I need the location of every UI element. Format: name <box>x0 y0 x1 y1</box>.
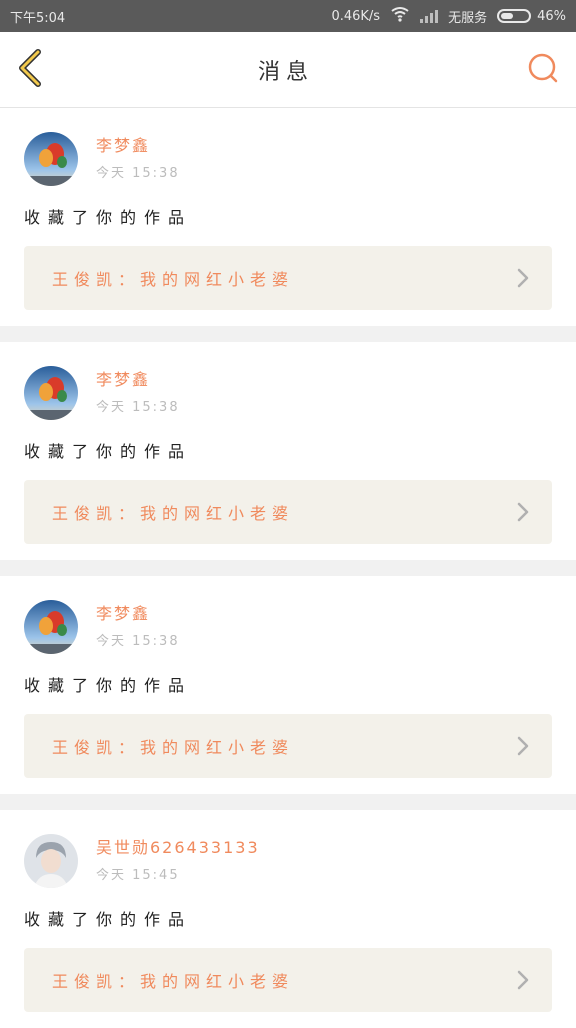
user-row: 李梦鑫 今天 15:38 <box>24 600 552 654</box>
chevron-right-icon <box>517 268 529 288</box>
user-info: 吴世勋626433133 今天 15:45 <box>96 834 260 883</box>
avatar[interactable] <box>24 366 78 420</box>
chevron-left-icon <box>19 48 41 87</box>
user-row: 李梦鑫 今天 15:38 <box>24 366 552 420</box>
status-left: 下午5:04 <box>10 7 65 26</box>
timestamp: 今天 15:38 <box>96 634 180 649</box>
user-info: 李梦鑫 今天 15:38 <box>96 132 180 181</box>
work-link[interactable]: 王俊凯：我的网红小老婆 <box>24 948 552 1012</box>
balloon-avatar-icon <box>24 132 78 186</box>
battery-icon <box>497 9 532 23</box>
battery-fill <box>501 13 514 19</box>
notification-card: 李梦鑫 今天 15:38 收藏了你的作品 王俊凯：我的网红小老婆 <box>0 576 576 794</box>
avatar[interactable] <box>24 132 78 186</box>
work-title: 王俊凯：我的网红小老婆 <box>52 738 295 757</box>
back-button[interactable] <box>16 46 46 94</box>
battery: 46% <box>497 9 566 24</box>
search-button[interactable] <box>526 51 560 89</box>
battery-percent: 46% <box>537 8 566 24</box>
person-avatar-icon <box>24 834 78 888</box>
timestamp: 今天 15:45 <box>96 868 180 883</box>
timestamp: 今天 15:38 <box>96 400 180 415</box>
username[interactable]: 李梦鑫 <box>96 600 180 624</box>
page-title: 消息 <box>257 59 314 85</box>
timestamp: 今天 15:38 <box>96 166 180 181</box>
action-text: 收藏了你的作品 <box>24 208 193 227</box>
action-text: 收藏了你的作品 <box>24 910 193 929</box>
balloon-avatar-icon <box>24 366 78 420</box>
work-title: 王俊凯：我的网红小老婆 <box>52 504 295 523</box>
search-icon <box>528 53 558 82</box>
action-text: 收藏了你的作品 <box>24 676 193 695</box>
notification-card: 李梦鑫 今天 15:38 收藏了你的作品 王俊凯：我的网红小老婆 <box>0 342 576 560</box>
work-link[interactable]: 王俊凯：我的网红小老婆 <box>24 480 552 544</box>
username[interactable]: 吴世勋626433133 <box>96 834 260 858</box>
carrier-text: 无服务 <box>448 10 488 26</box>
action-text: 收藏了你的作品 <box>24 442 193 461</box>
user-row: 吴世勋626433133 今天 15:45 <box>24 834 552 888</box>
network-speed: 0.46K/s <box>331 8 381 24</box>
username[interactable]: 李梦鑫 <box>96 132 180 156</box>
work-link[interactable]: 王俊凯：我的网红小老婆 <box>24 246 552 310</box>
status-right: 0.46K/s 无服务 46% <box>331 6 566 26</box>
notification-card: 吴世勋626433133 今天 15:45 收藏了你的作品 王俊凯：我的网红小老… <box>0 810 576 1028</box>
work-title: 王俊凯：我的网红小老婆 <box>52 270 295 289</box>
status-time: 下午5:04 <box>10 10 66 26</box>
status-bar: 下午5:04 0.46K/s 无服务 46% <box>0 0 576 32</box>
work-link[interactable]: 王俊凯：我的网红小老婆 <box>24 714 552 778</box>
user-info: 李梦鑫 今天 15:38 <box>96 366 180 415</box>
notification-list: 李梦鑫 今天 15:38 收藏了你的作品 王俊凯：我的网红小老婆 李梦鑫 今天 … <box>0 108 576 1028</box>
user-info: 李梦鑫 今天 15:38 <box>96 600 180 649</box>
wifi-icon <box>390 6 410 26</box>
top-bar: 消息 <box>0 32 576 108</box>
chevron-right-icon <box>517 502 529 522</box>
chevron-right-icon <box>517 736 529 756</box>
avatar[interactable] <box>24 600 78 654</box>
balloon-avatar-icon <box>24 600 78 654</box>
notification-card: 李梦鑫 今天 15:38 收藏了你的作品 王俊凯：我的网红小老婆 <box>0 108 576 326</box>
work-title: 王俊凯：我的网红小老婆 <box>52 972 295 991</box>
username[interactable]: 李梦鑫 <box>96 366 180 390</box>
user-row: 李梦鑫 今天 15:38 <box>24 132 552 186</box>
chevron-right-icon <box>517 970 529 990</box>
cell-signal-icon <box>420 9 439 23</box>
avatar[interactable] <box>24 834 78 888</box>
